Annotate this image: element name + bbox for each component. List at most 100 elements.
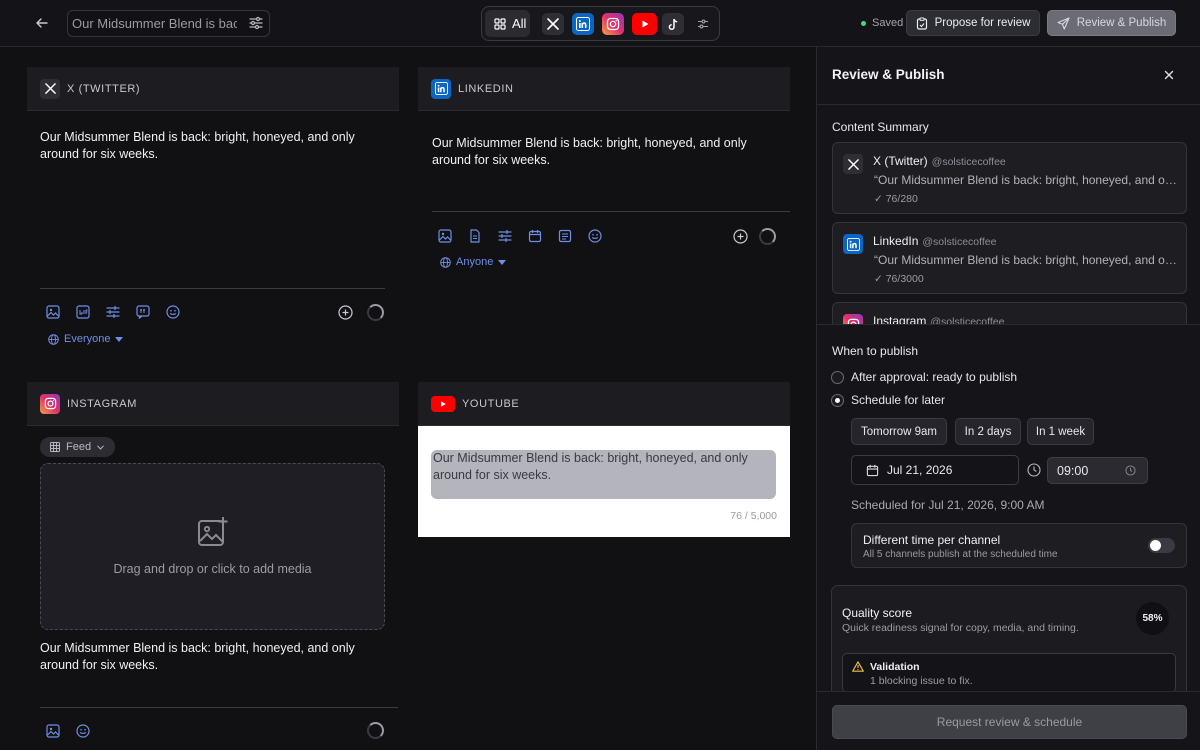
linkedin-toolbar (434, 225, 606, 247)
different-time-subtitle: All 5 channels publish at the scheduled … (863, 549, 1058, 560)
option-schedule-later-label: Schedule for later (851, 393, 946, 407)
panel-divider (817, 104, 1200, 105)
twitter-audience-selector[interactable]: Everyone (48, 333, 124, 345)
post-title-input[interactable] (72, 14, 237, 33)
twitter-toolbar (42, 301, 184, 323)
instagram-editor-header: INSTAGRAM (27, 382, 399, 426)
instagram-editor-header-wrap: INSTAGRAM (27, 382, 399, 427)
review-publish-button[interactable]: Review & Publish (1047, 10, 1176, 36)
summary-name-text: X (Twitter) (873, 154, 928, 168)
linkedin-icon (431, 78, 451, 99)
quality-subtitle: Quick readiness signal for copy, media, … (842, 622, 1079, 634)
youtube-character-count: 76 / 5,000 (730, 510, 777, 522)
grid-icon (494, 17, 506, 30)
grid-icon (50, 442, 60, 452)
top-bar: All Saved Propose for review Review & Pu… (0, 0, 1200, 47)
gif-icon[interactable] (72, 301, 94, 323)
sliders-icon[interactable] (249, 16, 263, 30)
tiktok-icon[interactable] (662, 13, 684, 35)
summary-channel-name: Instagram @solsticecoffee (873, 314, 1004, 324)
summary-handle: @solsticecoffee (931, 156, 1006, 168)
youtube-editor-header-wrap: YOUTUBE (418, 382, 790, 427)
scheduled-summary: Scheduled for Jul 21, 2026, 9:00 AM (851, 498, 1045, 512)
when-to-publish-title: When to publish (832, 344, 919, 358)
different-time-toggle[interactable] (1148, 538, 1175, 553)
filter-all-button[interactable]: All (485, 10, 530, 37)
summary-divider (817, 324, 1200, 325)
image-icon[interactable] (42, 301, 64, 323)
linkedin-audience-label: Anyone (456, 256, 494, 268)
different-time-title: Different time per channel (863, 533, 1001, 547)
instagram-format-selector[interactable]: Feed (40, 437, 115, 457)
instagram-editor-label: INSTAGRAM (67, 397, 137, 410)
quick-in-1-week[interactable]: In 1 week (1027, 418, 1094, 445)
media-dropzone[interactable]: Drag and drop or click to add media (40, 463, 385, 630)
emoji-icon[interactable] (162, 301, 184, 323)
summary-card-linkedin[interactable]: LinkedIn @solsticecoffee “Our Midsummer B… (832, 222, 1187, 294)
quality-title: Quality score (842, 606, 913, 620)
summary-card-twitter[interactable]: X (Twitter) @solsticecoffee “Our Midsumme… (832, 142, 1187, 214)
x-twitter-icon[interactable] (542, 13, 564, 35)
propose-for-review-button[interactable]: Propose for review (906, 10, 1040, 36)
document-icon[interactable] (464, 225, 486, 247)
back-arrow-icon[interactable] (28, 10, 56, 36)
summary-excerpt: “Our Midsummer Blend is back: bright, ho… (874, 173, 1179, 187)
content-summary-title: Content Summary (832, 120, 929, 134)
thread-icon[interactable] (132, 301, 154, 323)
time-picker[interactable] (1047, 457, 1148, 484)
summary-name-text: Instagram (873, 314, 927, 324)
validation-box[interactable]: Validation 1 blocking issue to fix. (842, 653, 1176, 693)
close-icon[interactable] (1161, 67, 1177, 83)
clock-icon (1027, 463, 1041, 477)
instagram-icon[interactable] (602, 13, 624, 35)
image-icon[interactable] (42, 720, 64, 742)
add-circle-icon[interactable] (334, 301, 356, 323)
validation-subtitle: 1 blocking issue to fix. (870, 675, 973, 687)
instagram-icon (40, 393, 60, 414)
youtube-description-area: Our Midsummer Blend is back: bright, hon… (418, 426, 790, 537)
quick-tomorrow-9am[interactable]: Tomorrow 9am (851, 418, 947, 445)
request-review-schedule-button[interactable]: Request review & schedule (832, 705, 1187, 739)
linkedin-icon[interactable] (572, 13, 594, 35)
image-icon[interactable] (434, 225, 456, 247)
channel-filter-bar: All (481, 6, 720, 41)
calendar-icon (866, 464, 879, 476)
filter-settings-icon[interactable] (692, 13, 714, 35)
radio-schedule-later[interactable] (831, 393, 844, 407)
panel-footer: Request review & schedule (817, 691, 1200, 750)
article-icon[interactable] (554, 225, 576, 247)
summary-count-text: 76/280 (885, 193, 918, 205)
summary-card-instagram[interactable]: Instagram @solsticecoffee (832, 302, 1187, 324)
quality-score-card: Quality score Quick readiness signal for… (831, 585, 1187, 705)
emoji-icon[interactable] (584, 225, 606, 247)
quick-in-2-days[interactable]: In 2 days (955, 418, 1021, 445)
emoji-icon[interactable] (72, 720, 94, 742)
adjust-icon[interactable] (102, 301, 124, 323)
linkedin-post-text[interactable]: Our Midsummer Blend is back: bright, hon… (432, 135, 782, 169)
date-picker[interactable]: Jul 21, 2026 (851, 455, 1019, 485)
instagram-post-text[interactable]: Our Midsummer Blend is back: bright, hon… (40, 640, 390, 674)
add-circle-icon[interactable] (729, 225, 751, 247)
summary-handle: @solsticecoffee (930, 316, 1005, 324)
saved-label: Saved (872, 17, 904, 29)
propose-label: Propose for review (934, 17, 1031, 29)
twitter-post-text[interactable]: Our Midsummer Blend is back: bright, hon… (40, 129, 390, 163)
option-schedule-later[interactable]: Schedule for later (831, 393, 945, 407)
send-icon (1057, 16, 1070, 30)
summary-channel-name: X (Twitter) @solsticecoffee (873, 154, 1006, 168)
youtube-icon[interactable] (632, 13, 657, 35)
radio-after-approval[interactable] (831, 370, 844, 384)
youtube-editor-label: YOUTUBE (462, 397, 520, 410)
calendar-icon[interactable] (524, 225, 546, 247)
linkedin-editor: LINKEDIN Our Midsummer Blend is back: br… (418, 67, 790, 287)
clock-icon[interactable] (1125, 465, 1136, 476)
adjust-icon[interactable] (494, 225, 516, 247)
linkedin-audience-selector[interactable]: Anyone (440, 256, 507, 268)
youtube-description-text[interactable]: Our Midsummer Blend is back: bright, hon… (431, 450, 776, 499)
character-count-ring (367, 722, 384, 739)
post-title-field[interactable] (67, 10, 270, 37)
quality-score-badge: 58% (1136, 602, 1169, 635)
time-input[interactable] (1057, 462, 1117, 480)
option-after-approval[interactable]: After approval: ready to publish (831, 370, 1017, 384)
summary-count-text: 76/3000 (885, 273, 924, 285)
